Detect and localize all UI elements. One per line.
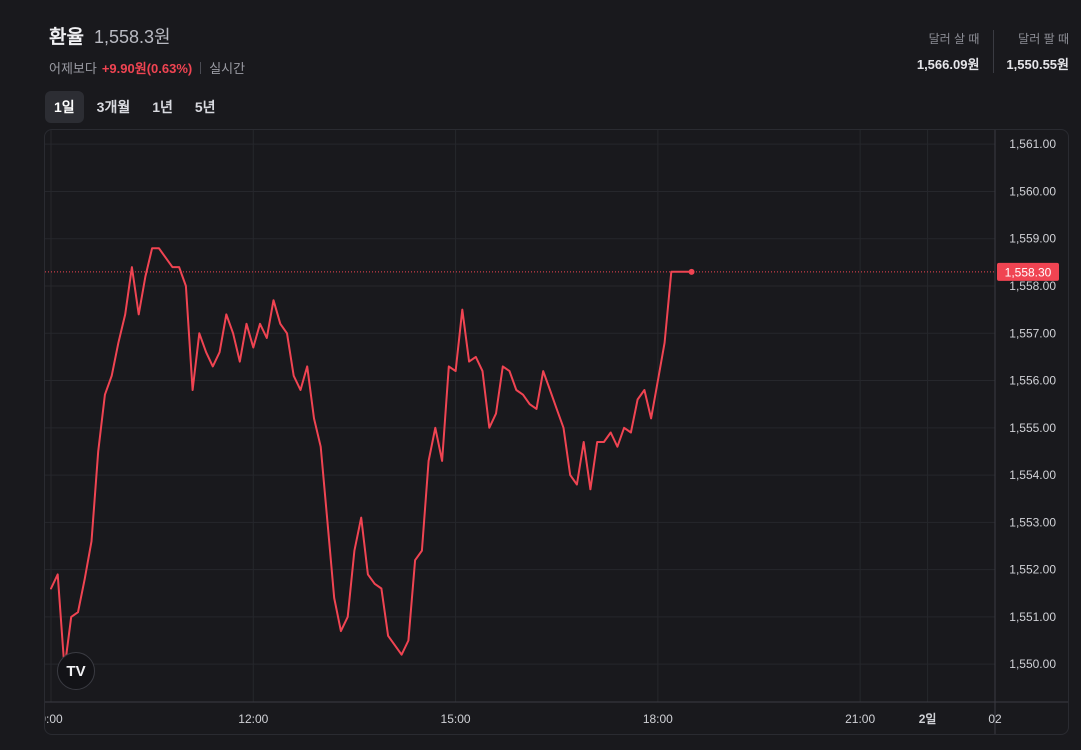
x-tick-label: 21:00	[845, 712, 875, 726]
change-label: 어제보다	[49, 61, 97, 76]
x-tick-label: 2일	[919, 712, 937, 726]
tab-3m[interactable]: 3개월	[88, 91, 140, 123]
y-tick-label: 1,560.00	[1009, 184, 1056, 198]
buy-rate-value: 1,566.09원	[916, 57, 980, 72]
buy-rate-label: 달러 살 때	[928, 32, 980, 46]
x-tick-label: 12:00	[238, 712, 268, 726]
x-tick-label: 9:00	[45, 712, 63, 726]
y-tick-label: 1,556.00	[1009, 374, 1056, 388]
divider	[200, 61, 202, 74]
change-row: 어제보다 +9.90원(0.63%) 실시간	[49, 58, 245, 77]
current-price: 1,558.3원	[93, 27, 171, 47]
tab-1y[interactable]: 1년	[143, 91, 182, 123]
header: 환율 1,558.3원 어제보다 +9.90원(0.63%) 실시간	[49, 22, 245, 77]
rates-panel: 달러 살 때 1,566.09원 달러 팔 때 1,550.55원	[905, 30, 1069, 73]
tab-5y[interactable]: 5년	[186, 91, 225, 123]
buy-rate: 달러 살 때 1,566.09원	[905, 30, 980, 73]
y-tick-label: 1,551.00	[1009, 610, 1056, 624]
tradingview-logo[interactable]: TV	[57, 652, 95, 690]
y-tick-label: 1,561.00	[1009, 137, 1056, 151]
y-tick-label: 1,559.00	[1009, 232, 1056, 246]
sell-rate: 달러 팔 때 1,550.55원	[993, 30, 1069, 73]
last-point-dot	[688, 268, 695, 275]
period-tabs: 1일 3개월 1년 5년	[45, 91, 225, 123]
last-price-tag-label: 1,558.30	[1005, 265, 1052, 279]
page-title: 환율	[49, 27, 84, 48]
chart-container[interactable]: 1,550.00 1,551.00 1,552.00 1,553.00 1,554.00…	[44, 129, 1069, 735]
live-label: 실시간	[209, 61, 246, 76]
y-tick-label: 1,554.00	[1009, 468, 1056, 482]
y-tick-label: 1,555.00	[1009, 421, 1056, 435]
x-tick-label: 18:00	[643, 712, 673, 726]
tab-1d[interactable]: 1일	[45, 91, 84, 123]
sell-rate-value: 1,550.55원	[1006, 57, 1069, 72]
price-series-line	[50, 247, 693, 670]
y-tick-label: 1,550.00	[1009, 657, 1056, 671]
change-value: +9.90원(0.63%)	[101, 61, 193, 76]
sell-rate-label: 달러 팔 때	[1018, 32, 1069, 46]
title-row: 환율 1,558.3원	[49, 22, 245, 49]
y-tick-label: 1,552.00	[1009, 563, 1056, 577]
x-tick-label: 15:00	[441, 712, 471, 726]
y-tick-label: 1,558.00	[1009, 279, 1056, 293]
y-tick-label: 1,557.00	[1009, 326, 1056, 340]
y-tick-label: 1,553.00	[1009, 515, 1056, 529]
line-chart[interactable]: 1,550.00 1,551.00 1,552.00 1,553.00 1,554.00…	[45, 130, 1068, 734]
